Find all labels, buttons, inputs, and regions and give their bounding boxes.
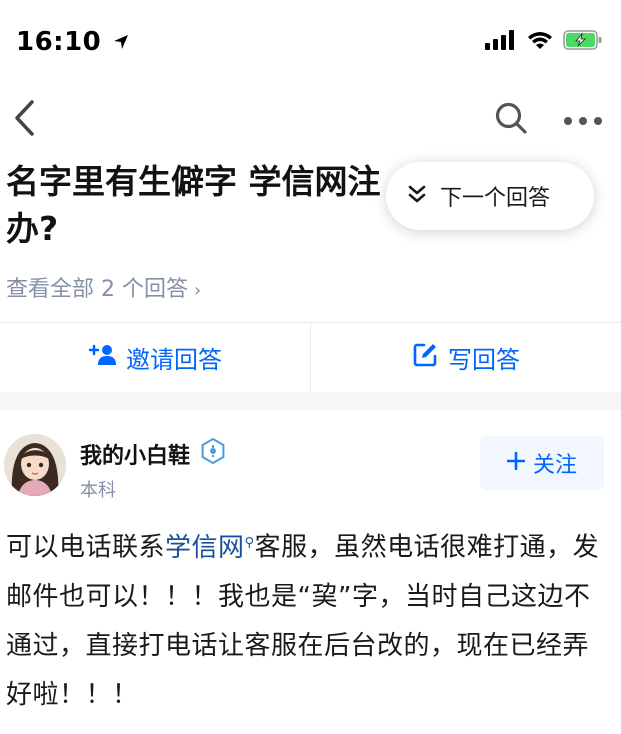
status-icons [485, 30, 603, 54]
write-answer-label: 写回答 [448, 346, 520, 374]
question-title-line-2: 办? [6, 209, 59, 248]
more-button[interactable] [558, 102, 608, 138]
question-title-line-1: 名字里有生僻字 学信网注 [6, 162, 381, 201]
follow-button[interactable]: 关注 [480, 436, 604, 490]
status-bar: 16:10 [0, 0, 621, 80]
search-icon: ⚲ [244, 535, 255, 550]
all-answers-label: 查看全部 2 个回答 [6, 277, 188, 302]
answer-body: 可以电话联系学信网⚲客服，虽然电话很难打通，发邮件也可以！！！我也是“巭”字，当… [6, 518, 614, 720]
all-answers-link[interactable]: 查看全部 2 个回答 › [6, 271, 201, 303]
back-arrow-icon [13, 99, 35, 141]
back-button[interactable] [6, 98, 42, 142]
author-row: 我的小白鞋 本科 关注 [0, 430, 621, 501]
plus-icon [506, 451, 526, 476]
section-divider [0, 392, 621, 410]
answer-link-text: 学信网 [165, 532, 245, 563]
answer-actions: 邀请回答 写回答 [0, 322, 621, 393]
more-icon [563, 111, 603, 130]
search-icon [494, 101, 528, 139]
invite-answer-button[interactable]: 邀请回答 [0, 323, 310, 392]
author-name-text: 我的小白鞋 [80, 444, 191, 469]
write-answer-button[interactable]: 写回答 [311, 323, 621, 392]
nav-bar [0, 92, 621, 148]
search-button[interactable] [491, 100, 531, 140]
wifi-icon [527, 30, 553, 54]
verified-badge-icon [200, 437, 226, 470]
edit-icon [412, 342, 438, 374]
status-time-text: 16:10 [16, 27, 102, 57]
author-name[interactable]: 我的小白鞋 [80, 437, 226, 470]
invite-answer-label: 邀请回答 [126, 346, 222, 374]
answer-text-before-link: 可以电话联系 [6, 532, 166, 563]
answer-keyword-link[interactable]: 学信网⚲ [165, 533, 255, 563]
next-answer-button[interactable]: 下一个回答 [386, 162, 594, 230]
question-title[interactable]: 名字里有生僻字 学信网注 办? [6, 158, 446, 252]
next-answer-label: 下一个回答 [440, 186, 551, 211]
chevron-right-icon: › [193, 280, 202, 301]
status-time: 16:10 [16, 27, 129, 57]
avatar[interactable] [4, 434, 66, 496]
follow-label: 关注 [532, 453, 577, 478]
battery-charging-icon [563, 30, 603, 54]
location-arrow-icon [113, 27, 129, 57]
author-credential: 本科 [80, 480, 116, 501]
add-user-icon [88, 344, 116, 372]
double-chevron-down-icon [408, 184, 426, 208]
signal-icon [485, 30, 517, 54]
